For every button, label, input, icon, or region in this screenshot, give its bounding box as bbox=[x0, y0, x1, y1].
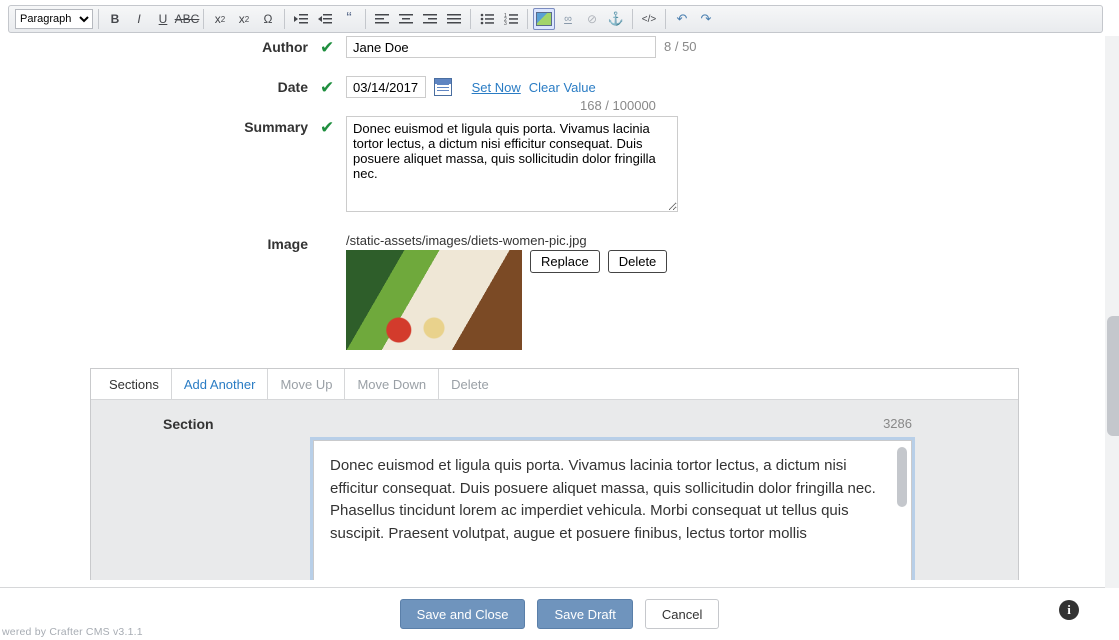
delete-image-button[interactable]: Delete bbox=[608, 250, 668, 273]
valid-check-icon: ✔ bbox=[320, 116, 346, 138]
valid-check-icon: ✔ bbox=[320, 36, 346, 58]
author-counter: 8 / 50 bbox=[664, 39, 697, 54]
align-center-button[interactable] bbox=[395, 8, 417, 30]
set-now-link[interactable]: Set Now bbox=[472, 80, 521, 95]
section-editor[interactable]: Donec euismod et ligula quis porta. Viva… bbox=[313, 440, 912, 580]
form-area: Author ✔ 8 / 50 Date ✔ Set Now Clear Val… bbox=[90, 36, 1019, 580]
info-icon[interactable]: i bbox=[1059, 600, 1079, 620]
special-char-button[interactable]: Ω bbox=[257, 8, 279, 30]
section-count: 3286 bbox=[883, 416, 992, 431]
footer-text: wered by Crafter CMS v3.1.1 bbox=[2, 626, 143, 638]
format-select[interactable]: Paragraph bbox=[15, 9, 93, 29]
replace-image-button[interactable]: Replace bbox=[530, 250, 600, 273]
field-image: Image /static-assets/images/diets-women-… bbox=[90, 233, 1019, 350]
anchor-button[interactable]: ⚓ bbox=[605, 8, 627, 30]
field-author: Author ✔ 8 / 50 bbox=[90, 36, 1019, 58]
image-label: Image bbox=[90, 233, 320, 252]
valid-check-icon: ✔ bbox=[320, 76, 346, 98]
outdent-button[interactable] bbox=[290, 8, 312, 30]
cancel-button[interactable]: Cancel bbox=[645, 599, 719, 629]
rte-toolbar: Paragraph B I U ABC x2 x2 Ω “ 123 ∞ ⊘ ⚓ … bbox=[8, 5, 1103, 33]
unlink-button[interactable]: ⊘ bbox=[581, 8, 603, 30]
subscript-button[interactable]: x2 bbox=[209, 8, 231, 30]
italic-button[interactable]: I bbox=[128, 8, 150, 30]
window-scrollbar[interactable] bbox=[1105, 36, 1119, 588]
bold-button[interactable]: B bbox=[104, 8, 126, 30]
superscript-button[interactable]: x2 bbox=[233, 8, 255, 30]
code-button[interactable]: </> bbox=[638, 8, 660, 30]
align-right-button[interactable] bbox=[419, 8, 441, 30]
blockquote-button[interactable]: “ bbox=[338, 8, 360, 30]
redo-button[interactable]: ↷ bbox=[695, 8, 717, 30]
date-input[interactable] bbox=[346, 76, 426, 98]
image-thumbnail bbox=[346, 250, 522, 350]
add-another-button[interactable]: Add Another bbox=[172, 369, 269, 399]
calendar-icon[interactable] bbox=[434, 78, 452, 96]
move-up-button[interactable]: Move Up bbox=[268, 369, 345, 399]
clear-value-link[interactable]: Clear Value bbox=[529, 80, 596, 95]
action-bar: Save and Close Save Draft Cancel bbox=[0, 587, 1119, 640]
align-justify-button[interactable] bbox=[443, 8, 465, 30]
align-left-button[interactable] bbox=[371, 8, 393, 30]
move-down-button[interactable]: Move Down bbox=[345, 369, 439, 399]
author-input[interactable] bbox=[346, 36, 656, 58]
field-date: Date ✔ Set Now Clear Value bbox=[90, 76, 1019, 98]
author-label: Author bbox=[90, 36, 320, 55]
section-content[interactable]: Donec euismod et ligula quis porta. Viva… bbox=[330, 455, 901, 545]
date-label: Date bbox=[90, 76, 320, 95]
sections-title: Sections bbox=[97, 369, 172, 399]
delete-section-button[interactable]: Delete bbox=[439, 369, 501, 399]
summary-textarea[interactable] bbox=[346, 116, 678, 212]
image-path: /static-assets/images/diets-women-pic.jp… bbox=[346, 233, 1019, 248]
undo-button[interactable]: ↶ bbox=[671, 8, 693, 30]
bullet-list-button[interactable] bbox=[476, 8, 498, 30]
indent-button[interactable] bbox=[314, 8, 336, 30]
underline-button[interactable]: U bbox=[152, 8, 174, 30]
save-draft-button[interactable]: Save Draft bbox=[537, 599, 632, 629]
save-and-close-button[interactable]: Save and Close bbox=[400, 599, 526, 629]
field-summary: Summary ✔ 168 / 100000 bbox=[90, 116, 1019, 215]
editor-scrollbar[interactable] bbox=[897, 447, 907, 507]
strike-button[interactable]: ABC bbox=[176, 8, 198, 30]
sections-tabs: Sections Add Another Move Up Move Down D… bbox=[91, 369, 1018, 400]
scrollbar-thumb[interactable] bbox=[1107, 316, 1119, 436]
insert-link-button[interactable]: ∞ bbox=[557, 8, 579, 30]
svg-text:3: 3 bbox=[504, 21, 507, 26]
section-label: Section bbox=[117, 416, 311, 432]
sections-box: Sections Add Another Move Up Move Down D… bbox=[90, 368, 1019, 580]
number-list-button[interactable]: 123 bbox=[500, 8, 522, 30]
insert-image-button[interactable] bbox=[533, 8, 555, 30]
summary-counter: 168 / 100000 bbox=[580, 98, 656, 113]
summary-label: Summary bbox=[90, 116, 320, 135]
